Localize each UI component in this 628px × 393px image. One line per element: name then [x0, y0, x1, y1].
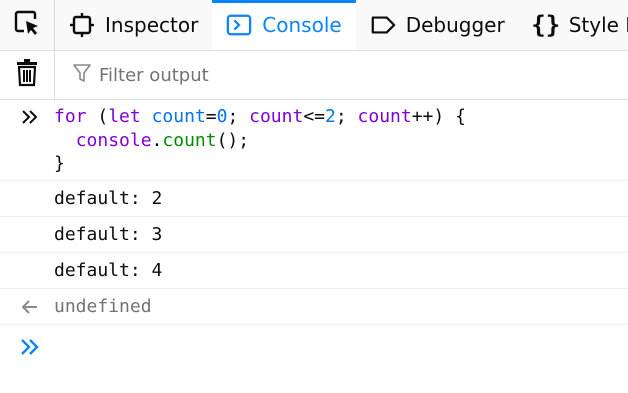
log-message: default: 2: [0, 181, 628, 217]
element-picker-icon: [13, 9, 41, 41]
style-editor-icon: {}: [531, 11, 561, 39]
tab-style-editor-label: Style Edi: [568, 13, 628, 37]
code-variable: count: [151, 106, 206, 127]
result-message: undefined: [0, 289, 628, 325]
code-function: count: [162, 129, 217, 151]
code-punct: [141, 106, 152, 127]
input-chevron-icon: [16, 108, 44, 126]
filter-output-input[interactable]: Filter output: [55, 63, 209, 88]
log-message: default: 3: [0, 217, 628, 253]
clear-console-button[interactable]: [0, 51, 55, 99]
code-line-2: console.count();: [54, 129, 628, 153]
code-number: 2: [325, 106, 336, 127]
console-input-line[interactable]: [0, 325, 628, 369]
code-line-1: for (let count=0; count<=2; count++) {: [54, 105, 628, 129]
result-text: undefined: [54, 296, 152, 317]
tab-console[interactable]: Console: [212, 0, 357, 50]
tab-debugger-label: Debugger: [405, 13, 505, 37]
log-message-text: default: 4: [54, 260, 163, 281]
element-picker-button[interactable]: [0, 0, 55, 50]
code-keyword: for: [54, 106, 87, 127]
code-punct: <=: [303, 106, 325, 127]
console-filter-bar: Filter output: [0, 51, 628, 100]
code-punct: ;: [335, 106, 358, 127]
tab-console-label: Console: [262, 13, 342, 37]
code-variable: count: [357, 106, 412, 127]
tab-style-editor[interactable]: {} Style Edi: [519, 0, 628, 50]
devtools-toolbar: Inspector Console Debugger {} Style Edi: [0, 0, 628, 51]
code-variable: count: [249, 106, 304, 127]
tab-inspector-label: Inspector: [105, 13, 199, 37]
code-punct: ;: [227, 106, 250, 127]
code-line-3: }: [54, 153, 65, 174]
inspector-icon: [69, 12, 95, 38]
code-punct: .: [151, 129, 163, 151]
console-icon: [226, 12, 252, 38]
prompt-chevron-icon: [16, 337, 44, 357]
code-number: 0: [216, 106, 228, 127]
tab-inspector[interactable]: Inspector: [55, 0, 212, 50]
console-output: for (let count=0; count<=2; count++) { c…: [0, 100, 628, 369]
code-punct: ++: [411, 106, 434, 127]
code-object: console: [75, 129, 152, 151]
debugger-icon: [370, 12, 396, 38]
code-keyword: let: [108, 106, 141, 127]
log-message-text: default: 2: [54, 188, 163, 209]
code-punct: ) {: [433, 106, 466, 127]
tab-debugger[interactable]: Debugger: [356, 0, 519, 50]
code-punct: (: [86, 106, 109, 127]
code-punct: ();: [216, 129, 250, 151]
log-message-text: default: 3: [54, 224, 163, 245]
filter-icon: [73, 63, 91, 88]
code-punct: =: [205, 106, 217, 127]
filter-placeholder: Filter output: [99, 64, 209, 86]
log-message: default: 4: [0, 253, 628, 289]
result-arrow-icon: [16, 298, 44, 316]
console-input-message: for (let count=0; count<=2; count++) { c…: [0, 100, 628, 181]
trash-icon: [15, 59, 39, 91]
